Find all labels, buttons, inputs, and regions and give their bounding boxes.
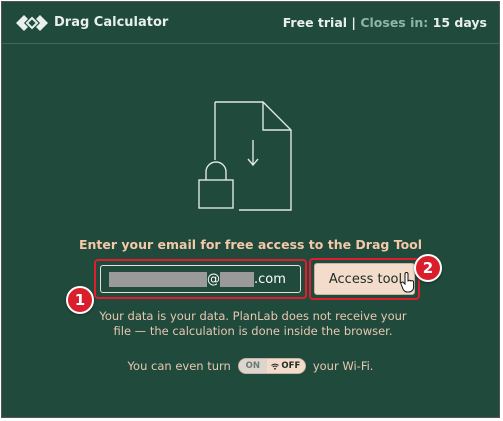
email-at: @ xyxy=(207,271,220,287)
trial-status: Free trial | Closes in: 15 days xyxy=(283,15,487,30)
app-logo-icon xyxy=(16,15,48,31)
privacy-line-1: Your data is your data. PlanLab does not… xyxy=(99,309,407,323)
email-domain-masked xyxy=(220,271,254,287)
access-headline: Enter your email for free access to the … xyxy=(78,237,423,252)
trial-separator: | xyxy=(351,15,356,30)
trial-label: Free trial xyxy=(282,15,348,30)
app-window: Drag Calculator Free trial | Closes in: … xyxy=(1,1,500,418)
email-field-highlight: @ .com xyxy=(94,259,307,299)
step-badge-2: 2 xyxy=(414,254,442,282)
email-field[interactable]: @ .com xyxy=(100,265,301,293)
privacy-note: Your data is your data. PlanLab does not… xyxy=(98,309,408,339)
wifi-prefix: You can even turn xyxy=(127,359,231,373)
wifi-toggle[interactable]: ON OFF xyxy=(237,358,306,374)
top-bar: Drag Calculator Free trial | Closes in: … xyxy=(2,2,499,44)
closes-label: Closes in: xyxy=(360,15,429,30)
privacy-line-2: file — the calculation is done inside th… xyxy=(113,324,393,338)
hand-cursor-icon xyxy=(400,272,415,293)
email-tld: .com xyxy=(254,271,286,287)
closes-value: 15 days xyxy=(432,15,487,30)
toggle-off-label: OFF xyxy=(281,361,301,371)
locked-file-icon xyxy=(198,101,292,211)
wifi-suffix: your Wi-Fi. xyxy=(312,359,374,373)
email-user-masked xyxy=(109,271,207,287)
app-title: Drag Calculator xyxy=(54,15,169,30)
step-badge-1: 1 xyxy=(66,286,94,314)
toggle-on-label: ON xyxy=(238,359,267,373)
toggle-off-segment: OFF xyxy=(266,359,305,373)
wifi-note: You can even turn ON OFF your Wi-Fi. xyxy=(2,358,499,374)
wifi-icon xyxy=(271,363,280,370)
